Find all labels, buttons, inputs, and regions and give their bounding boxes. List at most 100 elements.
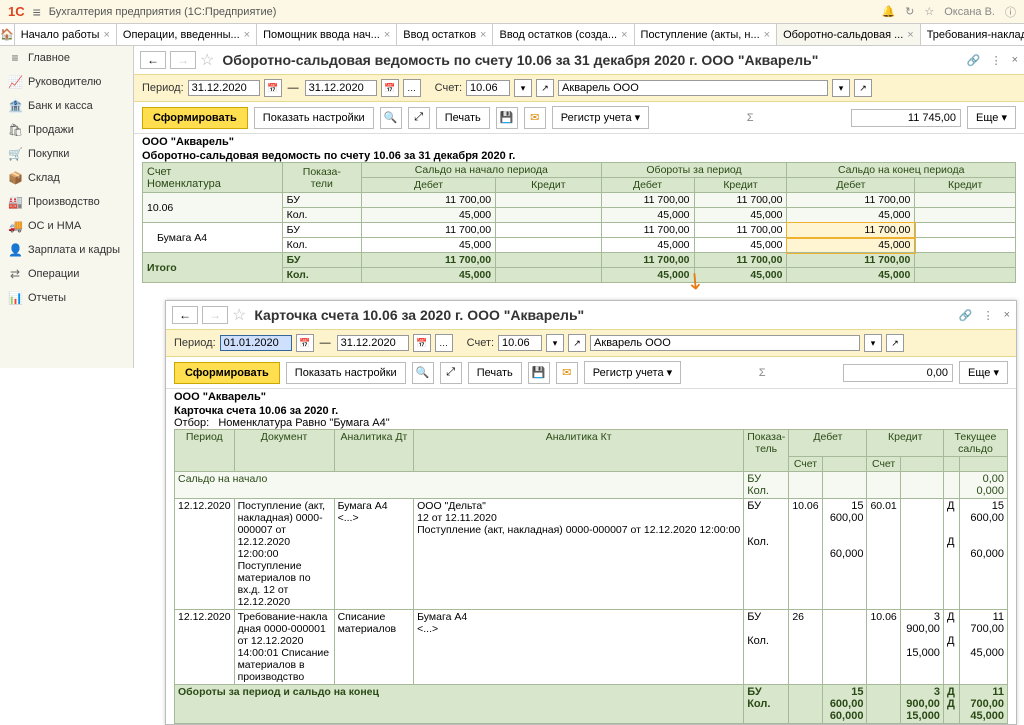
- chart-icon: 📈: [8, 75, 22, 89]
- more-button[interactable]: Еще ▾: [967, 106, 1016, 129]
- close-icon[interactable]: ×: [764, 29, 770, 41]
- bell-icon[interactable]: 🔔: [881, 5, 895, 18]
- open-icon[interactable]: ↗: [886, 334, 904, 352]
- org-input[interactable]: [558, 80, 828, 96]
- logo-1c: 1С: [8, 4, 25, 19]
- report-title: Оборотно-сальдовая ведомость по счету 10…: [222, 52, 818, 68]
- attach-icon[interactable]: 🔗: [967, 54, 981, 67]
- params-bar: Период: 📅 — 📅 … Счет: ▾ ↗ ▾ ↗: [134, 74, 1024, 102]
- close-icon[interactable]: ×: [384, 29, 390, 41]
- dropdown-icon[interactable]: ▾: [864, 334, 882, 352]
- register-button[interactable]: Регистр учета ▾: [584, 361, 681, 384]
- open-icon[interactable]: ↗: [854, 79, 872, 97]
- help-icon[interactable]: ⓘ: [1005, 4, 1016, 20]
- sidebar-item-manager[interactable]: 📈Руководителю: [0, 70, 133, 94]
- expand-icon[interactable]: ⤢: [440, 362, 462, 384]
- close-icon[interactable]: ×: [1004, 309, 1010, 322]
- close-icon[interactable]: ×: [621, 29, 627, 41]
- sidebar: ≡Главное 📈Руководителю 🏦Банк и касса 🛍Пр…: [0, 46, 134, 368]
- more-button[interactable]: Еще ▾: [959, 361, 1008, 384]
- calendar-icon[interactable]: 📅: [296, 334, 314, 352]
- mail-icon[interactable]: ✉: [556, 362, 578, 384]
- app-title: Бухгалтерия предприятия (1С:Предприятие): [49, 6, 277, 18]
- org-input[interactable]: [590, 335, 860, 351]
- calendar-icon[interactable]: 📅: [413, 334, 431, 352]
- date-to-input[interactable]: [305, 80, 377, 96]
- form-button[interactable]: Сформировать: [142, 107, 248, 129]
- open-icon[interactable]: ↗: [536, 79, 554, 97]
- sidebar-item-purch[interactable]: 🛒Покупки: [0, 142, 133, 166]
- close-icon[interactable]: ×: [480, 29, 486, 41]
- dropdown-icon[interactable]: ▾: [514, 79, 532, 97]
- sidebar-item-main[interactable]: ≡Главное: [0, 46, 133, 70]
- sum-display: 11 745,00: [851, 109, 961, 127]
- history-icon[interactable]: ↻: [905, 5, 914, 18]
- date-to-input[interactable]: [337, 335, 409, 351]
- settings-button[interactable]: Показать настройки: [254, 107, 374, 129]
- menu-icon: ≡: [8, 51, 22, 65]
- settings-button[interactable]: Показать настройки: [286, 362, 406, 384]
- nav-back-button[interactable]: ←: [140, 51, 166, 69]
- account-input[interactable]: [466, 80, 510, 96]
- nav-back-button[interactable]: ←: [172, 306, 198, 324]
- tab-7[interactable]: Требования-накладные×: [921, 24, 1024, 45]
- expand-icon[interactable]: ⤢: [408, 107, 430, 129]
- save-icon[interactable]: 💾: [496, 107, 518, 129]
- date-from-input[interactable]: [188, 80, 260, 96]
- attach-icon[interactable]: 🔗: [959, 309, 973, 322]
- form-button[interactable]: Сформировать: [174, 362, 280, 384]
- sidebar-item-bank[interactable]: 🏦Банк и касса: [0, 94, 133, 118]
- tab-5[interactable]: Поступление (акты, н...×: [635, 24, 778, 45]
- report-icon: 📊: [8, 291, 22, 305]
- calendar-icon[interactable]: 📅: [381, 79, 399, 97]
- favorite-icon[interactable]: ☆: [232, 305, 246, 325]
- user-name[interactable]: Оксана В.: [944, 6, 995, 18]
- close-icon[interactable]: ×: [103, 29, 109, 41]
- ellipsis-button[interactable]: …: [435, 334, 453, 352]
- home-tab[interactable]: 🏠: [0, 24, 15, 45]
- close-icon[interactable]: ×: [907, 29, 913, 41]
- tab-3[interactable]: Ввод остатков×: [397, 24, 493, 45]
- bank-icon: 🏦: [8, 99, 22, 113]
- sidebar-item-hr[interactable]: 👤Зарплата и кадры: [0, 238, 133, 262]
- star-icon[interactable]: ☆: [924, 5, 934, 18]
- sidebar-item-ops[interactable]: ⇄Операции: [0, 262, 133, 286]
- print-button[interactable]: Печать: [436, 107, 490, 129]
- sidebar-item-os[interactable]: 🚚ОС и НМА: [0, 214, 133, 238]
- search-icon[interactable]: 🔍: [380, 107, 402, 129]
- tab-4[interactable]: Ввод остатков (созда...×: [493, 24, 634, 45]
- tab-bar: 🏠 Начало работы× Операции, введенны...× …: [0, 24, 1024, 46]
- close-icon[interactable]: ×: [244, 29, 250, 41]
- sidebar-item-rep[interactable]: 📊Отчеты: [0, 286, 133, 310]
- sum-display: 0,00: [843, 364, 953, 382]
- dropdown-icon[interactable]: ▾: [832, 79, 850, 97]
- search-icon[interactable]: 🔍: [412, 362, 434, 384]
- card-account-pane: ← → ☆ Карточка счета 10.06 за 2020 г. ОО…: [165, 300, 1017, 725]
- close-icon[interactable]: ×: [1012, 54, 1018, 67]
- dropdown-icon[interactable]: ▾: [546, 334, 564, 352]
- print-button[interactable]: Печать: [468, 362, 522, 384]
- sidebar-item-prod[interactable]: 🏭Производство: [0, 190, 133, 214]
- favorite-icon[interactable]: ☆: [200, 50, 214, 70]
- tab-1[interactable]: Операции, введенны...×: [117, 24, 257, 45]
- menu-icon[interactable]: ≡: [33, 4, 41, 20]
- box-icon: 📦: [8, 171, 22, 185]
- tab-2[interactable]: Помощник ввода нач...×: [257, 24, 397, 45]
- account-input[interactable]: [498, 335, 542, 351]
- tab-0[interactable]: Начало работы×: [15, 24, 117, 45]
- nav-fwd-button[interactable]: →: [202, 306, 228, 324]
- save-icon[interactable]: 💾: [528, 362, 550, 384]
- ellipsis-button[interactable]: …: [403, 79, 421, 97]
- sidebar-item-sales[interactable]: 🛍Продажи: [0, 118, 133, 142]
- cart-icon: 🛒: [8, 147, 22, 161]
- kebab-icon[interactable]: ⋮: [991, 54, 1002, 67]
- tab-6[interactable]: Оборотно-сальдовая ...×: [777, 24, 921, 45]
- mail-icon[interactable]: ✉: [524, 107, 546, 129]
- nav-fwd-button[interactable]: →: [170, 51, 196, 69]
- open-icon[interactable]: ↗: [568, 334, 586, 352]
- calendar-icon[interactable]: 📅: [264, 79, 282, 97]
- register-button[interactable]: Регистр учета ▾: [552, 106, 649, 129]
- date-from-input[interactable]: [220, 335, 292, 351]
- sidebar-item-stock[interactable]: 📦Склад: [0, 166, 133, 190]
- kebab-icon[interactable]: ⋮: [983, 309, 994, 322]
